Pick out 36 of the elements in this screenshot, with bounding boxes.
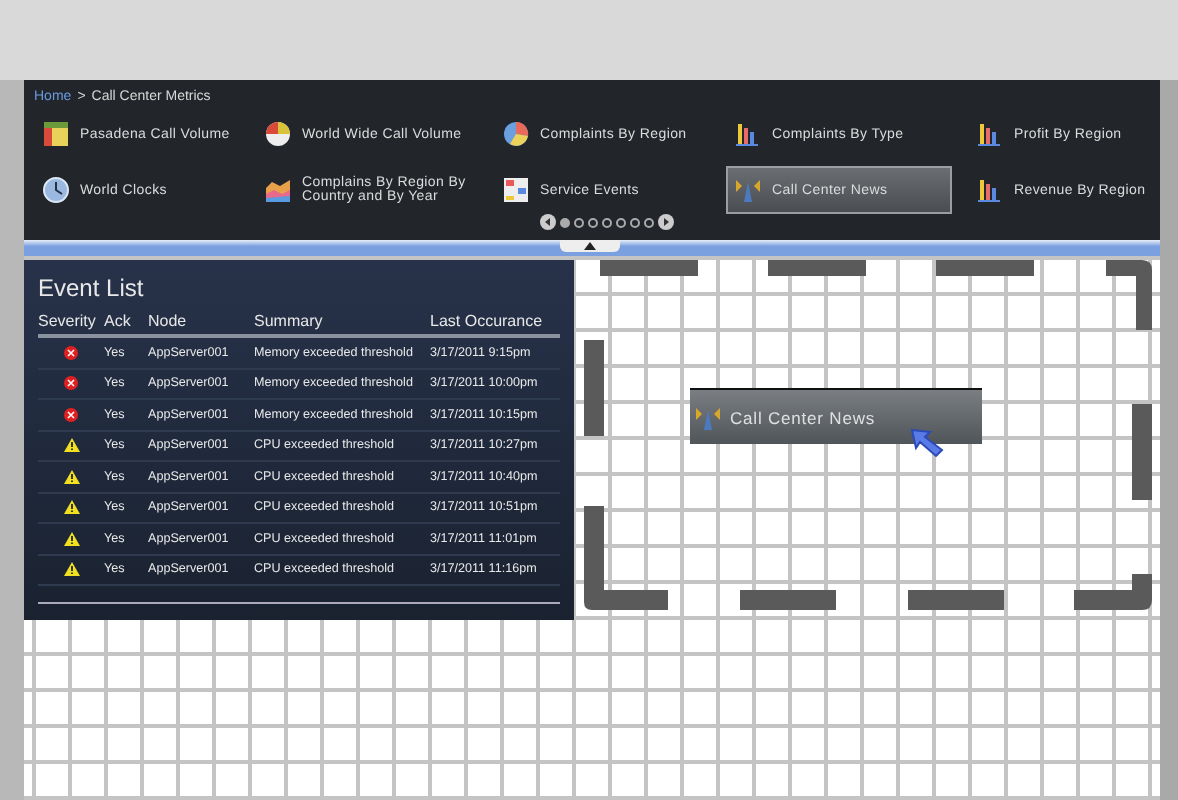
page-dot[interactable]	[560, 217, 570, 227]
column-header: Ack	[104, 306, 148, 338]
widget-icon	[42, 120, 70, 148]
widget-icon	[976, 120, 1004, 148]
previous-icon[interactable]	[540, 214, 556, 230]
cursor-icon	[910, 428, 946, 460]
warning-icon	[63, 500, 79, 515]
next-icon[interactable]	[658, 214, 674, 230]
widget-icon	[976, 176, 1004, 204]
dragged-widget[interactable]: Call Center News	[690, 388, 982, 444]
warning-icon	[63, 562, 79, 577]
warning-icon	[63, 531, 79, 546]
widget-icon	[264, 120, 292, 148]
widget-icon	[694, 403, 722, 431]
widget-icon	[264, 176, 292, 204]
page-dot[interactable]	[602, 217, 612, 227]
page-dot[interactable]	[644, 217, 654, 227]
column-header: Last Occurance	[430, 306, 560, 338]
page-dot[interactable]	[616, 217, 626, 227]
widget-icon	[734, 120, 762, 148]
widget-icon	[734, 176, 762, 204]
page-dot[interactable]	[588, 217, 598, 227]
widget-icon	[42, 176, 70, 204]
column-header: Summary	[254, 306, 430, 338]
page-dot[interactable]	[574, 217, 584, 227]
widget-icon	[502, 120, 530, 148]
widget-icon	[502, 176, 530, 204]
error-icon	[64, 376, 78, 391]
warning-icon	[63, 438, 79, 453]
panel-title: Event List	[38, 274, 146, 306]
warning-icon	[63, 469, 79, 484]
page-dot[interactable]	[630, 217, 640, 227]
error-icon	[64, 345, 78, 360]
error-icon	[64, 407, 78, 422]
column-header: Severity	[38, 306, 104, 338]
column-header: Node	[148, 306, 254, 338]
